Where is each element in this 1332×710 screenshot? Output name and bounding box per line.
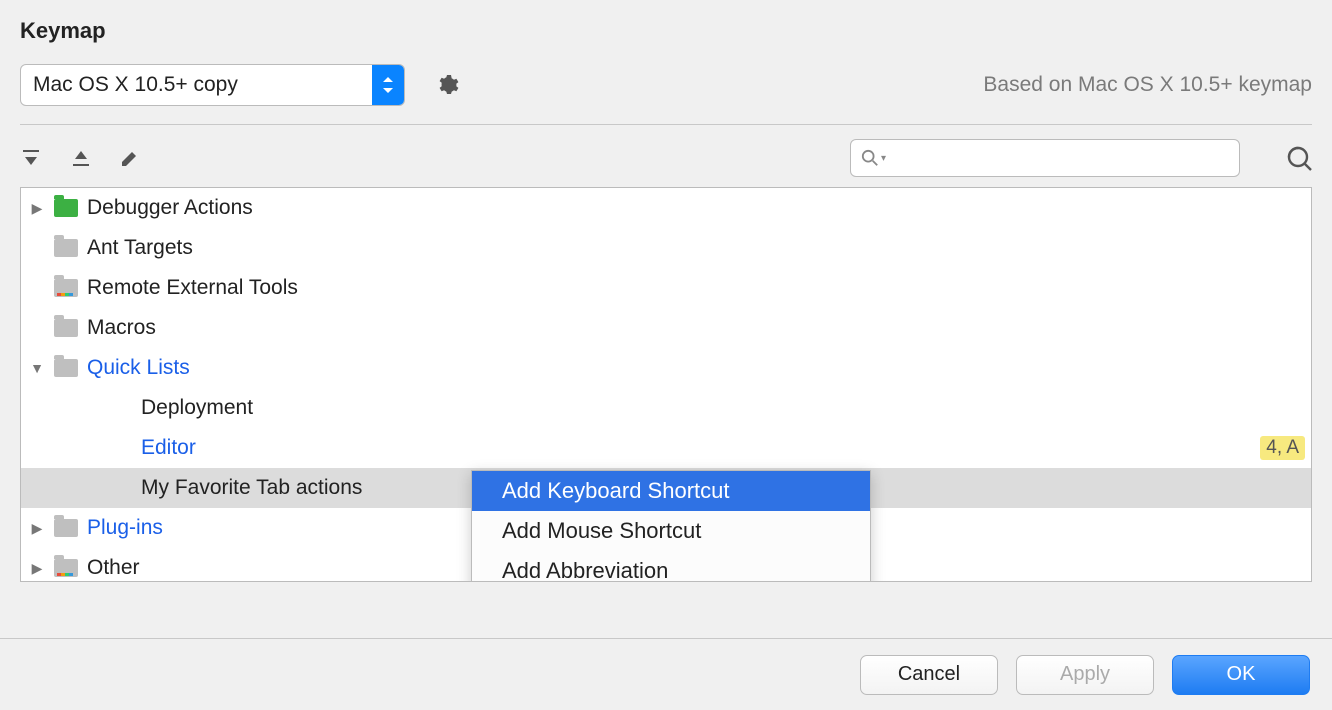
folder-icon [53,557,79,579]
context-menu: Add Keyboard Shortcut Add Mouse Shortcut… [471,470,871,582]
tree-label: My Favorite Tab actions [141,476,362,500]
keymap-select-value: Mac OS X 10.5+ copy [21,73,372,97]
cancel-button[interactable]: Cancel [860,655,998,695]
expand-all-icon[interactable] [20,147,42,169]
chevron-down-icon[interactable]: ▾ [881,153,886,164]
tree-label: Other [87,556,140,580]
collapse-icon[interactable]: ▼ [27,360,47,376]
tree-row-macros[interactable]: ▶ Macros [21,308,1311,348]
find-action-icon[interactable] [1286,145,1312,171]
expand-icon[interactable]: ▶ [27,560,47,577]
menu-add-abbreviation[interactable]: Add Abbreviation [472,551,870,582]
folder-icon [53,237,79,259]
dropdown-icon[interactable] [372,65,404,105]
tree-label: Debugger Actions [87,196,253,220]
tree-label: Quick Lists [87,356,190,380]
tree-row-ant[interactable]: ▶ Ant Targets [21,228,1311,268]
dialog-footer: Cancel Apply OK [0,638,1332,710]
tree-label: Ant Targets [87,236,193,260]
expand-icon[interactable]: ▶ [27,520,47,537]
folder-icon [53,357,79,379]
keymap-tree[interactable]: ▶ Debugger Actions ▶ Ant Targets ▶ Remot… [20,187,1312,582]
folder-icon [53,517,79,539]
folder-icon [53,317,79,339]
edit-icon[interactable] [120,148,140,168]
search-input[interactable]: ▾ [850,139,1240,177]
tree-row-debugger[interactable]: ▶ Debugger Actions [21,188,1311,228]
tree-label: Deployment [141,396,253,420]
tree-label: Macros [87,316,156,340]
menu-add-mouse-shortcut[interactable]: Add Mouse Shortcut [472,511,870,551]
based-on-text: Based on Mac OS X 10.5+ keymap [983,73,1312,97]
apply-button: Apply [1016,655,1154,695]
tree-label: Remote External Tools [87,276,298,300]
tree-row-editor[interactable]: Editor 4, A [21,428,1311,468]
folder-icon [53,277,79,299]
folder-icon [53,197,79,219]
tree-label: Editor [141,436,196,460]
expand-icon[interactable]: ▶ [27,200,47,217]
menu-add-keyboard-shortcut[interactable]: Add Keyboard Shortcut [472,471,870,511]
shortcut-badge: 4, A [1260,436,1305,460]
ok-button[interactable]: OK [1172,655,1310,695]
keymap-top-row: Mac OS X 10.5+ copy Based on Mac OS X 10… [0,54,1332,124]
gear-icon[interactable] [435,73,459,97]
tree-row-remote[interactable]: ▶ Remote External Tools [21,268,1311,308]
tree-toolbar: ▾ [0,125,1332,187]
page-title: Keymap [0,0,1332,54]
tree-row-quicklists[interactable]: ▼ Quick Lists [21,348,1311,388]
keymap-select[interactable]: Mac OS X 10.5+ copy [20,64,405,106]
tree-row-deployment[interactable]: Deployment [21,388,1311,428]
collapse-all-icon[interactable] [70,147,92,169]
tree-label: Plug-ins [87,516,163,540]
